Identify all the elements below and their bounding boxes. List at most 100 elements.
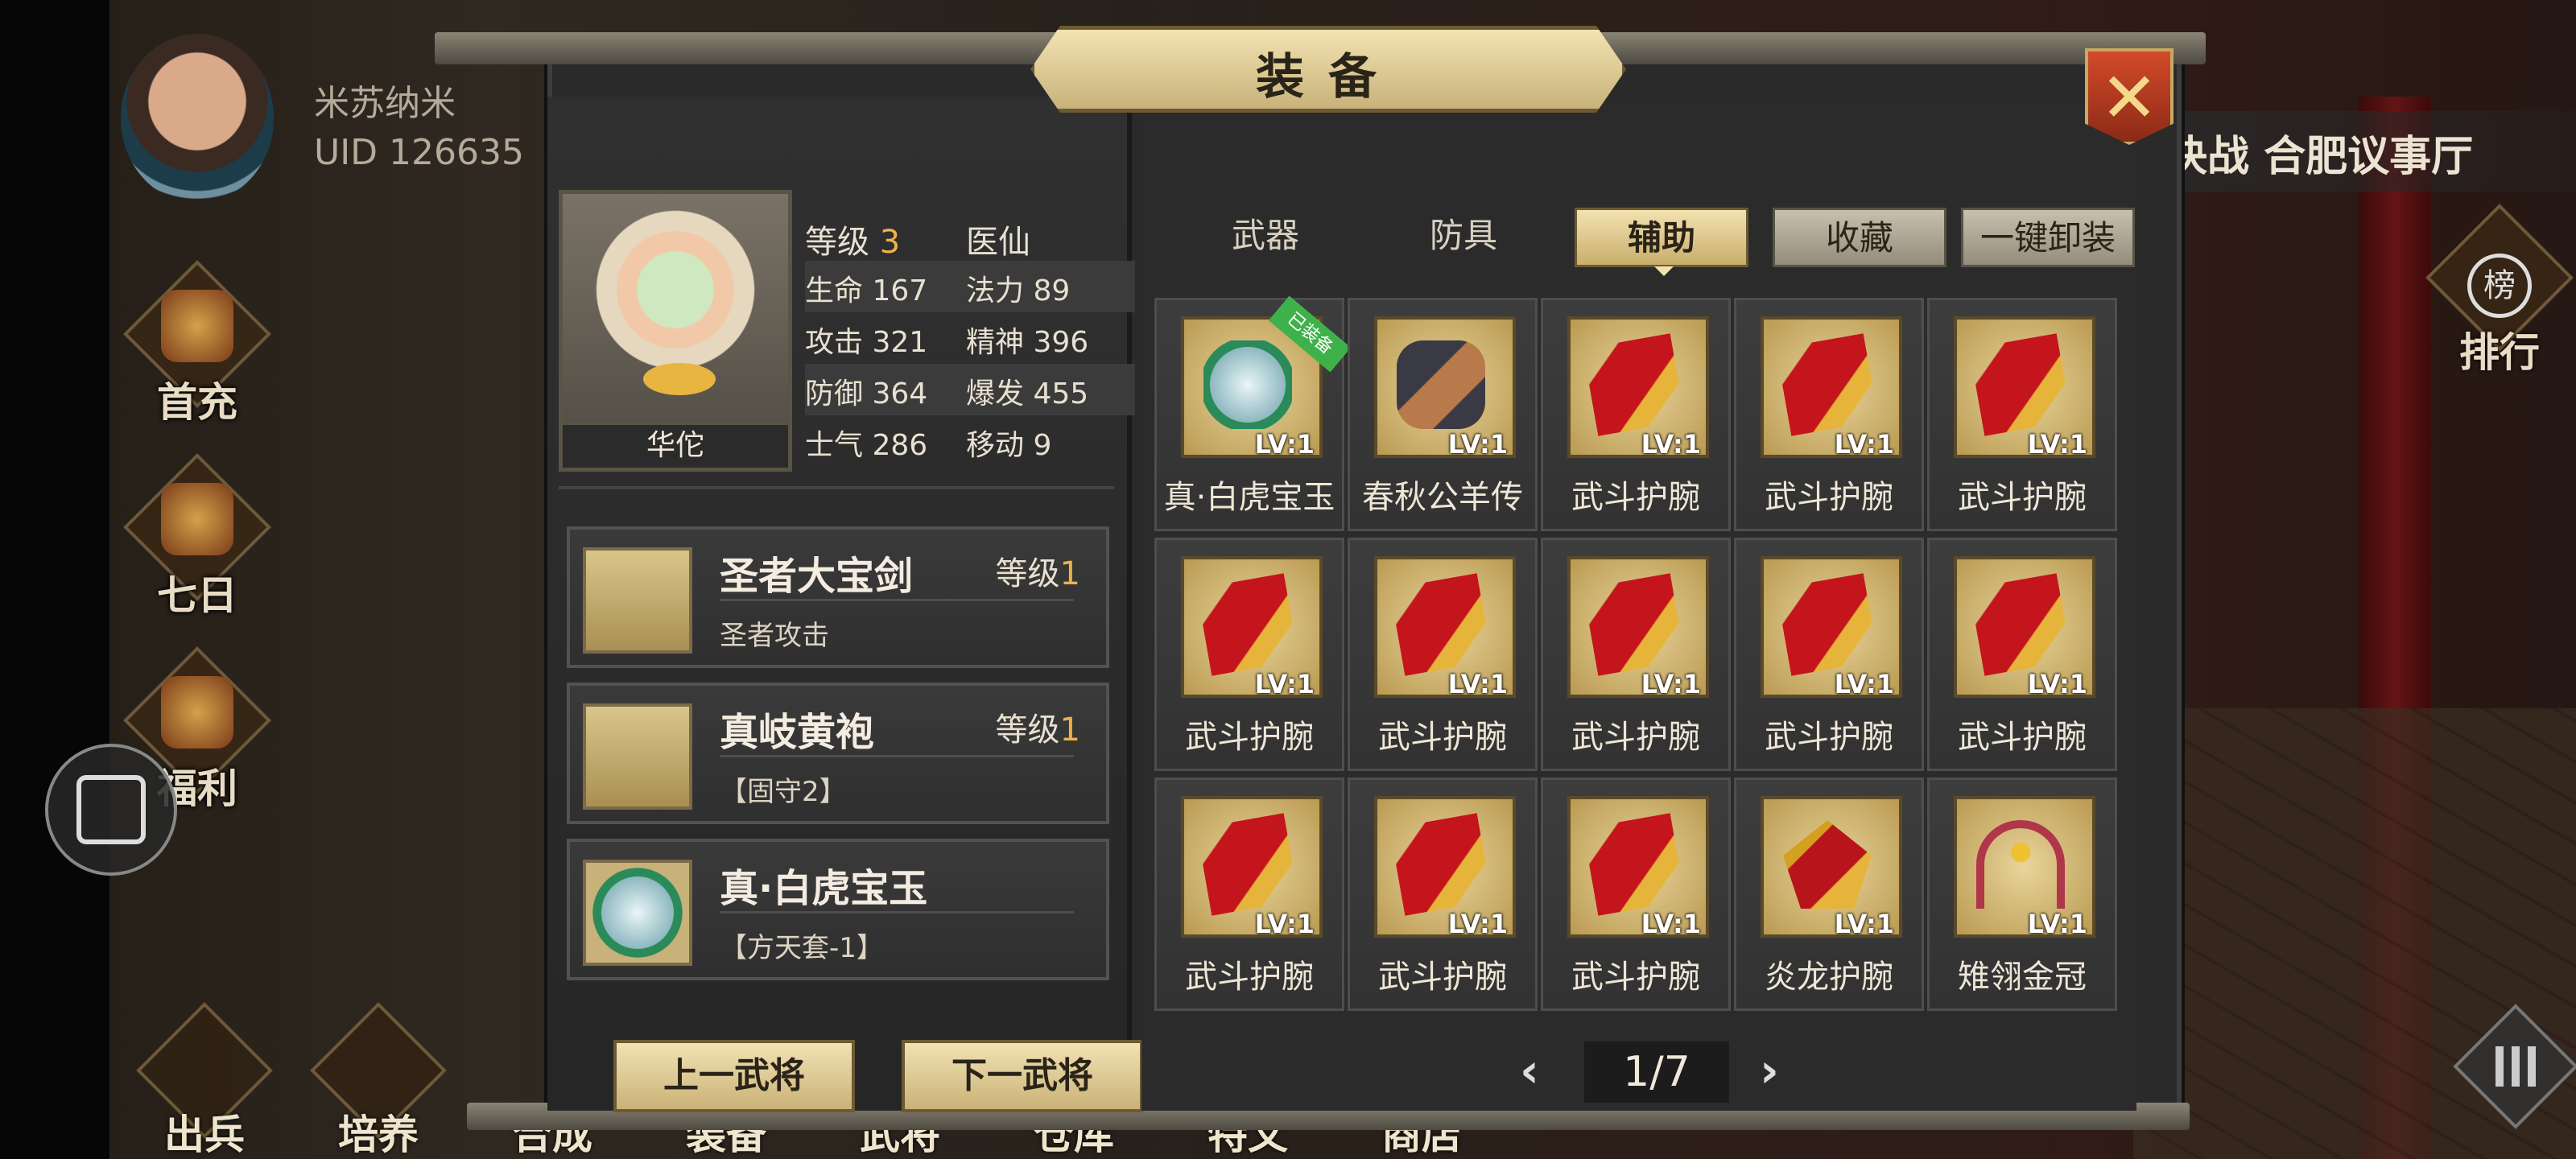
- quest-tracker[interactable]: 决战 合肥议事厅: [2157, 111, 2576, 192]
- player-uid: UID 126635: [314, 132, 525, 173]
- page-indicator: 1/7: [1584, 1041, 1729, 1103]
- item-name: 武斗护腕: [1571, 719, 1700, 756]
- equipped-weapon-slot[interactable]: 圣者大宝剑 等级1 圣者攻击: [567, 526, 1109, 668]
- tab-weapons[interactable]: 武器: [1179, 208, 1352, 267]
- equipped-item-name: 真·白虎宝玉: [720, 866, 928, 911]
- stat-label: 攻击: [805, 326, 864, 359]
- equipment-dialog: 华佗 等级 3 医仙 生命 167 法力 89 攻击 321 精神 396 防御…: [435, 26, 2206, 1130]
- inventory-item[interactable]: LV:1 武斗护腕: [1541, 538, 1731, 771]
- stat-label: 法力: [966, 274, 1025, 307]
- stat-label: 生命: [805, 274, 864, 307]
- inventory-item[interactable]: LV:1 雉翎金冠: [1927, 777, 2117, 1011]
- player-avatar[interactable]: [121, 34, 274, 203]
- main-menu-button[interactable]: [2453, 1004, 2576, 1129]
- inventory-item[interactable]: LV:1 武斗护腕: [1734, 298, 1924, 531]
- item-level: LV:1: [1834, 909, 1894, 939]
- bracer-icon: [1776, 333, 1879, 436]
- equipped-item-name: 圣者大宝剑: [720, 554, 914, 599]
- next-page-button[interactable]: ›: [1760, 1043, 1779, 1098]
- gold-ingot-icon: [643, 363, 716, 395]
- item-name: 武斗护腕: [1378, 959, 1507, 996]
- prev-page-button[interactable]: ‹: [1520, 1043, 1539, 1098]
- level-label: 等级: [995, 711, 1060, 749]
- nav-deploy[interactable]: 出兵: [124, 1002, 285, 1159]
- gem-icon: [583, 860, 692, 966]
- stat-value: 321: [872, 326, 928, 359]
- inventory-item[interactable]: LV:1 武斗护腕: [1541, 777, 1731, 1011]
- gem-icon: [1203, 340, 1292, 429]
- bracer-icon: [1196, 573, 1299, 676]
- item-level: LV:1: [1834, 669, 1894, 699]
- stat-row: 攻击 321 精神 396: [805, 312, 1135, 364]
- previous-general-button[interactable]: 上一武将: [613, 1040, 855, 1112]
- bracer-icon: [1389, 573, 1492, 676]
- item-level: LV:1: [2027, 669, 2087, 699]
- equipped-item-effect: 【方天套-1】: [720, 932, 884, 964]
- item-name: 雉翎金冠: [1958, 959, 2087, 996]
- item-level: LV:1: [1641, 909, 1701, 939]
- tab-collection[interactable]: 收藏: [1773, 208, 1946, 267]
- item-name: 武斗护腕: [1958, 719, 2087, 756]
- pagination: ‹ 1/7 ›: [1488, 1041, 1810, 1106]
- stat-label: 防御: [805, 377, 864, 410]
- item-level: LV:1: [1447, 429, 1508, 460]
- seven-day-button[interactable]: 七日: [121, 453, 274, 620]
- equipped-armor-slot[interactable]: 真岐黄袍 等级1 【固守2】: [567, 683, 1109, 824]
- unequip-all-button[interactable]: 一键卸装: [1961, 208, 2135, 267]
- stat-row: 士气 286 移动 9: [805, 415, 1135, 467]
- item-name: 武斗护腕: [1765, 719, 1893, 756]
- floating-menu-button[interactable]: [45, 744, 177, 876]
- gift-icon: [161, 290, 233, 362]
- equipped-accessory-slot[interactable]: 真·白虎宝玉 【方天套-1】: [567, 839, 1109, 980]
- item-name: 武斗护腕: [1185, 959, 1314, 996]
- next-general-button[interactable]: 下一武将: [902, 1040, 1143, 1112]
- divider: [720, 911, 1074, 914]
- bracer-icon: [1583, 813, 1686, 916]
- inventory-item[interactable]: LV:1 武斗护腕: [1348, 777, 1538, 1011]
- inventory-item[interactable]: LV:1 武斗护腕: [1154, 538, 1344, 771]
- nav-train[interactable]: 培养: [298, 1002, 459, 1159]
- item-level: LV:1: [1447, 669, 1508, 699]
- stat-value: 9: [1033, 429, 1052, 462]
- inventory-item[interactable]: LV:1 武斗护腕: [1541, 298, 1731, 531]
- inventory-item[interactable]: LV:1 武斗护腕: [1927, 538, 2117, 771]
- item-name: 真·白虎宝玉: [1163, 479, 1335, 516]
- inventory-item[interactable]: LV:1 武斗护腕: [1348, 538, 1538, 771]
- item-level: LV:1: [2027, 909, 2087, 939]
- rank-seal-icon: 榜: [2467, 254, 2532, 318]
- hero-level-row: 等级 3 医仙: [805, 209, 1135, 261]
- bracer-icon: [1776, 573, 1879, 676]
- inventory-item[interactable]: LV:1 武斗护腕: [1927, 298, 2117, 531]
- stat-value: 364: [872, 377, 928, 410]
- first-charge-button[interactable]: 首充: [121, 260, 274, 427]
- hero-level: 3: [879, 224, 901, 261]
- item-level: LV:1: [1641, 669, 1701, 699]
- equipped-item-effect: 【固守2】: [720, 776, 847, 808]
- divider: [720, 755, 1074, 757]
- equipped-item-name: 真岐黄袍: [720, 710, 875, 755]
- inventory-item[interactable]: LV:1 武斗护腕: [1154, 777, 1344, 1011]
- menu-icon: [2496, 1046, 2536, 1087]
- tab-armor[interactable]: 防具: [1377, 208, 1550, 267]
- crown-icon: [1976, 820, 2065, 909]
- item-name: 炎龙护腕: [1765, 959, 1893, 996]
- hero-portrait[interactable]: 华佗: [559, 190, 792, 472]
- inventory-item[interactable]: LV:1 炎龙护腕: [1734, 777, 1924, 1011]
- level-value: 1: [1059, 555, 1080, 592]
- stat-row: 生命 167 法力 89: [805, 261, 1135, 312]
- hero-panel: 华佗 等级 3 医仙 生命 167 法力 89 攻击 321 精神 396 防御…: [547, 97, 1143, 1112]
- hero-name: 华佗: [563, 423, 788, 468]
- scroll-icon: [1397, 340, 1485, 429]
- equipped-item-effect: 圣者攻击: [720, 620, 829, 652]
- inventory-item[interactable]: LV:1 春秋公羊传: [1348, 298, 1538, 531]
- tab-accessories[interactable]: 辅助: [1575, 208, 1748, 276]
- ranking-button[interactable]: 榜 排行: [2423, 204, 2576, 378]
- stat-label: 移动: [966, 429, 1025, 462]
- scroll-icon: [161, 483, 233, 555]
- treasure-icon: [161, 676, 233, 749]
- inventory-item[interactable]: LV:1 已装备 真·白虎宝玉: [1154, 295, 1352, 531]
- hero-portrait-art: [595, 210, 756, 387]
- stat-value: 396: [1033, 326, 1089, 359]
- item-level: LV:1: [1254, 669, 1315, 699]
- inventory-item[interactable]: LV:1 武斗护腕: [1734, 538, 1924, 771]
